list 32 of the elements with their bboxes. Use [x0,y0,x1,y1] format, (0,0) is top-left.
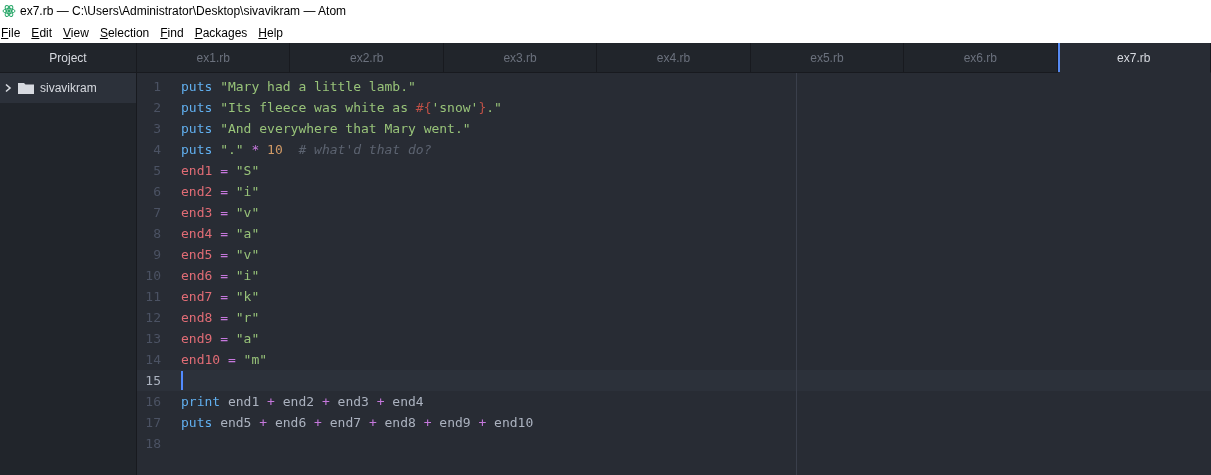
code-line: end2 = "i" [181,184,260,199]
code-editor[interactable] [137,73,1211,475]
code-line: puts "Its fleece was white as #{'snow'}." [181,100,502,115]
folder-name: sivavikram [40,81,97,95]
menu-item[interactable]: Packages [194,25,248,40]
menu-item[interactable]: Selection [99,25,150,40]
code-line: puts "Mary had a little lamb." [181,79,416,94]
menu-item[interactable]: Edit [31,25,53,40]
menu-item[interactable]: File [1,25,21,40]
atom-logo-icon [2,4,16,18]
code-line: end5 = "v" [181,247,260,262]
code-line: print end1 + end2 + end3 + end4 [181,394,424,409]
code-line: end8 = "r" [181,310,260,325]
code-line: end4 = "a" [181,226,260,241]
code-line: end9 = "a" [181,331,260,346]
window-title: ex7.rb — C:\Users\Administrator\Desktop\sivavikram — Atom [20,4,347,18]
code-line: end6 = "i" [181,268,260,283]
code-line: end7 = "k" [181,289,260,304]
line-number: 15 [144,373,162,388]
code-line: end10 = "m" [181,352,268,367]
file-tab[interactable]: ex7.rb [1057,43,1211,73]
text-cursor [181,371,183,390]
menu-item[interactable]: Help [258,25,284,40]
code-line: end3 = "v" [181,205,260,220]
folder-icon [18,82,34,94]
menu-item[interactable]: View [63,25,89,40]
code-line: end1 = "S" [181,163,260,178]
code-line: puts end5 + end6 + end7 + end8 + end9 + end10 [181,415,534,430]
menu-item[interactable]: Find [160,25,184,40]
code-line: puts "And everywhere that Mary went." [181,121,471,136]
code-line: puts "." * 10 # what'd that do? [181,142,432,157]
tree-item[interactable]: sivavikram [0,73,136,103]
